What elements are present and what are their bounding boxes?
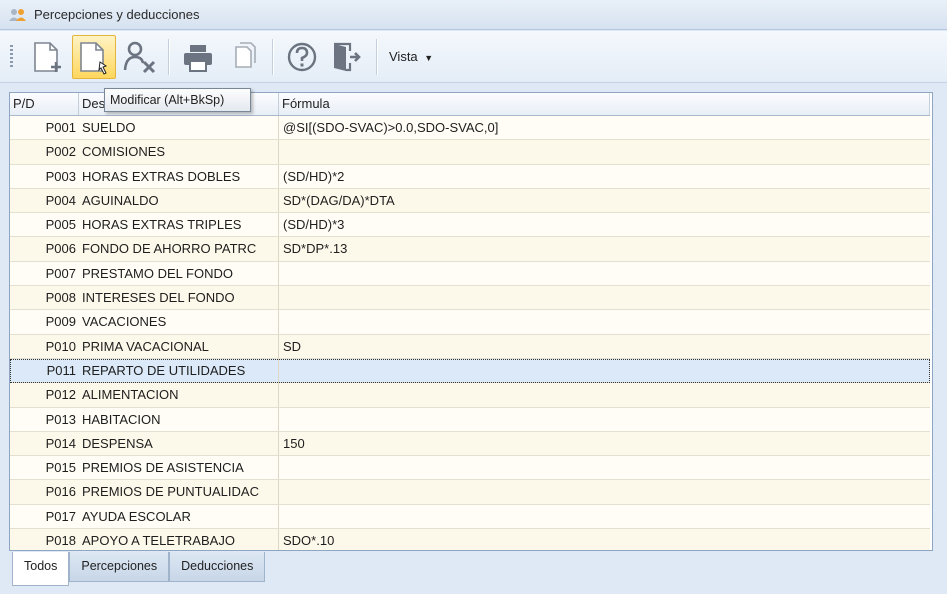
grid-rows: P001 SUELDO @SI[(SDO-SVAC)>0.0,SDO-SVAC,0]… <box>10 116 930 550</box>
delete-button[interactable] <box>118 35 162 79</box>
table-row[interactable]: P004 AGUINALDO SD*(DAG/DA)*DTA <box>10 188 930 214</box>
tab-deducciones[interactable]: Deducciones <box>169 552 266 582</box>
cell-code: P004 <box>45 192 76 208</box>
cell-code: P014 <box>45 435 76 451</box>
cell-description: REPARTO DE UTILIDADES <box>79 358 279 383</box>
cell-formula: SD <box>283 338 302 354</box>
cell-formula <box>279 262 930 285</box>
window-title: Percepciones y deducciones <box>34 7 200 22</box>
tooltip: Modificar (Alt+BkSp) <box>104 88 251 112</box>
table-row[interactable]: P014 DESPENSA 150 <box>10 431 930 457</box>
cell-formula <box>279 140 930 163</box>
cell-formula: SD*DP*.13 <box>283 241 348 257</box>
cell-description: INTERESES DEL FONDO <box>79 286 279 310</box>
help-button[interactable] <box>280 35 324 79</box>
column-header-pd[interactable]: P/D <box>10 93 79 115</box>
cell-formula: SDO*.10 <box>283 533 335 549</box>
cell-formula <box>279 456 930 479</box>
cell-code: P010 <box>45 338 76 354</box>
cell-code: P016 <box>45 484 76 500</box>
table-row[interactable]: P002 COMISIONES <box>10 140 930 165</box>
table-row[interactable]: P009 VACACIONES <box>10 310 930 335</box>
cell-code: P003 <box>45 168 76 184</box>
toolbar-separator <box>376 39 378 75</box>
toolbar-grip[interactable] <box>10 45 13 69</box>
new-button[interactable] <box>26 35 70 79</box>
cell-description: ALIMENTACION <box>79 383 279 407</box>
cell-formula: (SD/HD)*2 <box>283 168 345 184</box>
table-row[interactable]: P016 PREMIOS DE PUNTUALIDAC <box>10 480 930 505</box>
cell-description: VACACIONES <box>79 310 279 334</box>
users-icon <box>8 7 28 23</box>
cell-code: P009 <box>45 314 76 330</box>
table-row[interactable]: P006 FONDO DE AHORRO PATRC SD*DP*.13 <box>10 237 930 262</box>
tab-todos[interactable]: Todos <box>12 552 70 586</box>
data-grid[interactable]: P/D Des Fórmula P001 SUELDO @SI[(SDO-SVAC)… <box>9 92 933 551</box>
table-row[interactable]: P008 INTERESES DEL FONDO <box>10 286 930 311</box>
cell-description: AGUINALDO <box>79 188 279 213</box>
cell-description: AYUDA ESCOLAR <box>79 504 279 529</box>
cell-formula <box>279 505 930 528</box>
table-row[interactable]: P013 HABITACION <box>10 407 930 432</box>
cell-code: P008 <box>45 290 76 306</box>
cell-formula <box>279 359 930 382</box>
cell-description: FONDO DE AHORRO PATRC <box>79 237 279 261</box>
cell-formula <box>279 383 930 406</box>
cell-code: P015 <box>45 460 76 476</box>
table-row[interactable]: P003 HORAS EXTRAS DOBLES (SD/HD)*2 <box>10 164 930 189</box>
table-row[interactable]: P005 HORAS EXTRAS TRIPLES (SD/HD)*3 <box>10 213 930 238</box>
cell-code: P011 <box>46 362 76 378</box>
cell-description: PREMIOS DE PUNTUALIDAC <box>79 480 279 504</box>
cell-description: DESPENSA <box>79 431 279 456</box>
table-row[interactable]: P012 ALIMENTACION <box>10 383 930 408</box>
toolbar: Vista ▼ <box>0 31 947 83</box>
cell-code: P006 <box>45 241 76 257</box>
cell-code: P013 <box>45 411 76 427</box>
view-menu-label: Vista <box>389 49 418 64</box>
cell-description: SUELDO <box>79 116 279 140</box>
cell-formula: @SI[(SDO-SVAC)>0.0,SDO-SVAC,0] <box>283 120 499 135</box>
view-menu[interactable]: Vista ▼ <box>389 49 433 64</box>
caret-down-icon: ▼ <box>424 53 434 63</box>
cell-description: PRIMA VACACIONAL <box>79 334 279 358</box>
cell-formula <box>279 310 930 333</box>
table-row[interactable]: P007 PRESTAMO DEL FONDO <box>10 261 930 287</box>
tab-strip: Todos Percepciones Deducciones <box>12 552 266 586</box>
cell-formula: SD*(DAG/DA)*DTA <box>283 192 395 208</box>
table-row[interactable]: P015 PREMIOS DE ASISTENCIA <box>10 456 930 481</box>
cell-formula <box>279 408 930 431</box>
cell-code: P002 <box>45 144 76 160</box>
cell-formula <box>279 286 930 309</box>
title-bar: Percepciones y deducciones <box>0 0 947 30</box>
cell-description: HORAS EXTRAS TRIPLES <box>79 213 279 237</box>
table-row[interactable]: P011 REPARTO DE UTILIDADES <box>10 358 930 384</box>
cell-description: COMISIONES <box>79 140 279 164</box>
cell-description: HORAS EXTRAS DOBLES <box>79 164 279 188</box>
cell-code: P001 <box>45 120 76 135</box>
cell-formula: (SD/HD)*3 <box>283 217 345 233</box>
edit-button[interactable] <box>72 35 116 79</box>
cell-formula <box>279 480 930 503</box>
copy-button[interactable] <box>222 35 266 79</box>
cell-code: P005 <box>45 217 76 233</box>
cell-description: PREMIOS DE ASISTENCIA <box>79 456 279 480</box>
cell-formula: 150 <box>283 435 305 451</box>
cell-code: P018 <box>45 533 76 549</box>
table-row[interactable]: P017 AYUDA ESCOLAR <box>10 504 930 530</box>
table-row[interactable]: P018 APOYO A TELETRABAJO SDO*.10 <box>10 529 930 550</box>
exit-button[interactable] <box>324 35 368 79</box>
cell-code: P007 <box>45 265 76 281</box>
column-header-formula[interactable]: Fórmula <box>279 93 930 115</box>
cell-description: HABITACION <box>79 407 279 431</box>
cell-description: PRESTAMO DEL FONDO <box>79 261 279 286</box>
cell-code: P012 <box>45 387 76 403</box>
print-button[interactable] <box>176 35 220 79</box>
table-row[interactable]: P010 PRIMA VACACIONAL SD <box>10 334 930 359</box>
cell-code: P017 <box>45 508 76 524</box>
toolbar-separator <box>272 39 274 75</box>
tab-percepciones[interactable]: Percepciones <box>69 552 170 582</box>
toolbar-separator <box>168 39 170 75</box>
cell-description: APOYO A TELETRABAJO <box>79 529 279 550</box>
table-row[interactable]: P001 SUELDO @SI[(SDO-SVAC)>0.0,SDO-SVAC,0] <box>10 116 930 141</box>
